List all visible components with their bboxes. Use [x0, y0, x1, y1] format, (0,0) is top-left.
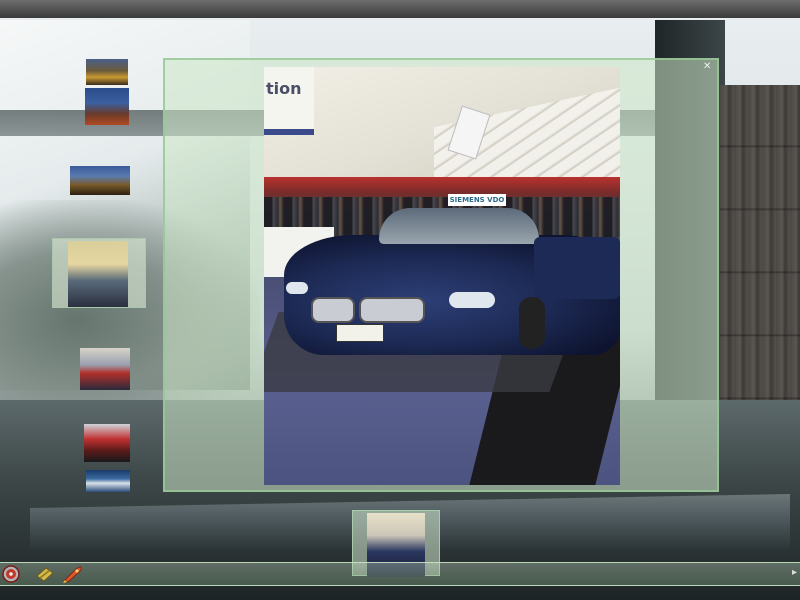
thumbnail-night-1[interactable] [86, 59, 128, 85]
thumbnail-red-car[interactable] [84, 424, 130, 462]
photo-headlight-left [286, 282, 308, 294]
photo-grille-left [311, 297, 355, 323]
photo-sign-left: tion [264, 67, 314, 135]
thumbnail-blue[interactable] [86, 470, 130, 492]
top-bar [0, 0, 800, 18]
photo-car-door [534, 237, 620, 299]
photo-sign-left-text: tion [266, 79, 302, 98]
disc-icon[interactable] [0, 564, 22, 584]
thumbnail-night-3[interactable] [70, 166, 130, 195]
taskbar: ▸ [0, 562, 800, 586]
photo-headlight-right [449, 292, 495, 308]
thumbnail-car-image [68, 241, 128, 307]
photo-windshield [379, 208, 539, 244]
thumbnail-booth[interactable] [80, 348, 130, 390]
taskbar-end-icon: ▸ [792, 567, 798, 578]
tools-icon[interactable] [34, 564, 56, 584]
photo-booth-sign: SIEMENS VDO [448, 194, 506, 206]
thumbnail-night-2[interactable] [85, 88, 129, 125]
photo-grille-right [359, 297, 425, 323]
close-icon[interactable]: ✕ [703, 62, 713, 72]
rocket-icon[interactable] [62, 564, 84, 584]
photo-license-plate [336, 324, 384, 342]
main-photo[interactable]: tion SIEMENS VDO [264, 67, 620, 485]
thumbnail-car-selected[interactable] [52, 238, 146, 308]
photo-wheel [519, 297, 545, 349]
